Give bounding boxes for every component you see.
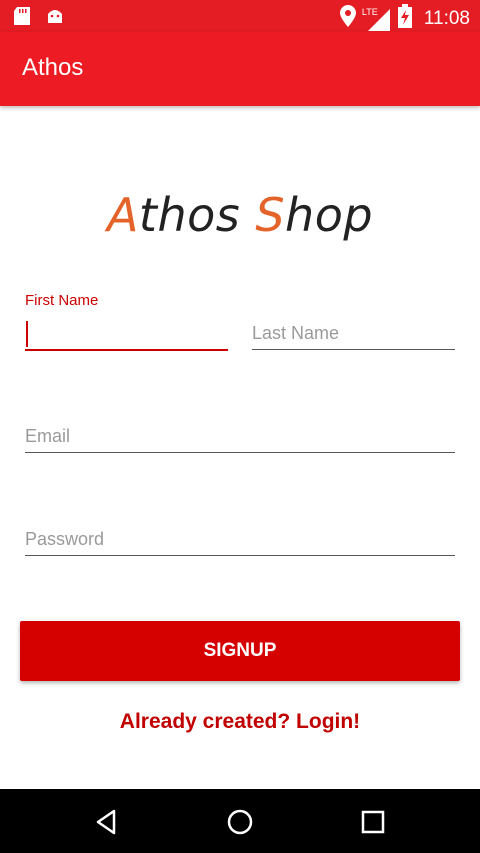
text-cursor — [26, 321, 28, 347]
signup-button-label: SIGNUP — [203, 640, 277, 661]
first-name-underline — [25, 349, 228, 351]
password-field[interactable] — [25, 523, 455, 555]
first-name-label: First Name — [25, 292, 99, 309]
password-underline — [25, 555, 455, 556]
last-name-field[interactable] — [252, 317, 454, 349]
email-field[interactable] — [25, 420, 455, 452]
app-bar: Athos — [0, 32, 480, 106]
app-title: Athos — [22, 54, 84, 81]
home-icon[interactable] — [225, 807, 255, 837]
location-icon — [339, 5, 356, 32]
clock: 11:08 — [423, 7, 470, 29]
signup-button[interactable]: SIGNUP — [20, 621, 460, 681]
signal-icon: LTE — [362, 7, 390, 31]
athos-shop-logo: Athos Shop — [106, 188, 374, 242]
navigation-bar — [0, 789, 480, 853]
login-link[interactable]: Already created? Login! — [0, 710, 480, 734]
status-bar: LTE 11:08 — [0, 0, 480, 32]
android-icon — [46, 7, 64, 30]
first-name-field[interactable] — [30, 318, 225, 350]
back-icon[interactable] — [92, 807, 122, 837]
recents-icon[interactable] — [358, 807, 388, 837]
last-name-underline — [252, 349, 455, 350]
battery-charging-icon — [397, 4, 412, 33]
email-underline — [25, 452, 455, 453]
sd-card-icon — [14, 7, 30, 30]
